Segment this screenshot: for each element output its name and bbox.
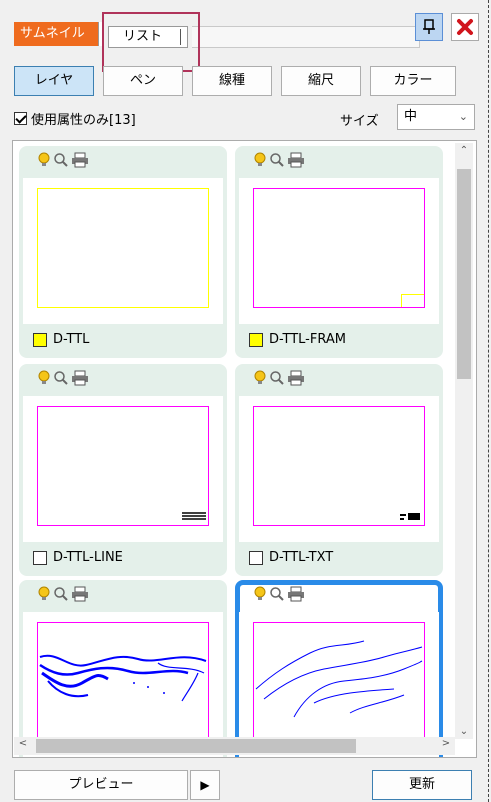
lightbulb-icon[interactable] (253, 370, 267, 386)
lightbulb-icon[interactable] (253, 152, 267, 168)
lightbulb-icon[interactable] (37, 370, 51, 386)
used-attributes-label: 使用属性のみ[13] (31, 112, 136, 128)
map-contours (39, 654, 207, 702)
layer-preview (239, 178, 439, 324)
layer-label-row: D-TTL-TXT (249, 550, 333, 565)
drawing-frame (253, 406, 425, 526)
magnifier-icon[interactable] (269, 586, 285, 602)
close-button[interactable] (451, 13, 479, 41)
used-attributes-checkbox[interactable] (14, 111, 27, 125)
layer-preview (23, 178, 223, 324)
lightbulb-icon[interactable] (37, 152, 51, 168)
horizontal-scrollbar[interactable]: < > (14, 737, 455, 755)
filter-layer-button[interactable]: レイヤ (14, 66, 94, 96)
drawing-frame (253, 622, 425, 742)
horizontal-scroll-thumb[interactable] (36, 739, 356, 753)
scroll-up-icon[interactable]: ⌃ (455, 145, 473, 156)
card-icons (37, 370, 89, 386)
layer-card[interactable]: D-TTL-TXT (235, 364, 443, 576)
line-marks (182, 512, 206, 520)
printer-icon[interactable] (287, 586, 305, 602)
lightbulb-icon[interactable] (253, 586, 267, 602)
drawing-frame (37, 188, 209, 308)
layer-preview (23, 396, 223, 542)
text-marks (400, 513, 420, 520)
magnifier-icon[interactable] (53, 152, 69, 168)
filter-scale-button[interactable]: 縮尺 (281, 66, 361, 96)
layer-name: D-TTL-FRAM (269, 332, 346, 347)
layer-color-swatch (249, 332, 263, 347)
scroll-down-icon[interactable]: ⌄ (455, 726, 473, 737)
printer-icon[interactable] (287, 152, 305, 168)
card-icons (37, 152, 89, 168)
layer-thumbnail-grid[interactable]: D-TTL D-TTL-FRAM D-TTL-LINE D-TTL-TXT (12, 140, 477, 758)
layer-card[interactable]: D-TTL-LINE (19, 364, 227, 576)
card-icons (253, 152, 305, 168)
layer-name: D-TTL-LINE (53, 550, 123, 565)
printer-icon[interactable] (287, 370, 305, 386)
card-icons (253, 370, 305, 386)
vertical-scroll-thumb[interactable] (457, 169, 471, 379)
tab-bar: サムネイル リスト (12, 10, 420, 72)
layer-color-swatch (33, 332, 47, 347)
layer-color-swatch (249, 550, 263, 565)
size-select[interactable]: 中 ⌄ (397, 104, 475, 130)
used-attributes-only-option[interactable]: 使用属性のみ[13] (14, 108, 136, 128)
pin-icon (423, 19, 435, 34)
layer-name: D-TTL-TXT (269, 550, 334, 565)
printer-icon[interactable] (71, 586, 89, 602)
size-label: サイズ (340, 114, 379, 129)
close-icon (457, 19, 473, 35)
magnifier-icon[interactable] (269, 152, 285, 168)
magnifier-icon[interactable] (269, 370, 285, 386)
filter-pen-button[interactable]: ペン (103, 66, 183, 96)
size-value: 中 (404, 109, 418, 124)
chevron-down-icon: ⌄ (458, 110, 468, 123)
layer-card[interactable]: D-TTL-FRAM (235, 146, 443, 358)
scroll-left-icon[interactable]: < (14, 738, 32, 749)
card-icons (37, 586, 89, 602)
card-icons (253, 586, 305, 602)
title-block (401, 294, 424, 307)
tab-thumbnail[interactable]: サムネイル (14, 22, 102, 46)
drawing-frame (253, 188, 425, 308)
layer-label-row: D-TTL (33, 332, 89, 347)
lightbulb-icon[interactable] (37, 586, 51, 602)
play-button[interactable]: ▶ (190, 770, 220, 800)
drawing-frame (37, 406, 209, 526)
printer-icon[interactable] (71, 152, 89, 168)
layer-color-swatch (33, 550, 47, 565)
layer-card[interactable] (19, 580, 227, 757)
refresh-button[interactable]: 更新 (372, 770, 472, 800)
layer-label-row: D-TTL-LINE (33, 550, 123, 565)
tab-highlight-box (102, 12, 200, 72)
magnifier-icon[interactable] (53, 370, 69, 386)
layer-preview (239, 396, 439, 542)
preview-button[interactable]: プレビュー (14, 770, 188, 800)
pin-button[interactable] (415, 13, 443, 41)
vertical-scrollbar[interactable]: ⌃ ⌄ (455, 143, 473, 739)
printer-icon[interactable] (71, 370, 89, 386)
map-contours (255, 640, 423, 718)
layer-card-selected[interactable] (235, 580, 443, 757)
layer-label-row: D-TTL-FRAM (249, 332, 346, 347)
filter-linetype-button[interactable]: 線種 (192, 66, 272, 96)
layer-name: D-TTL (53, 332, 90, 347)
filter-color-button[interactable]: カラー (370, 66, 456, 96)
layer-card[interactable]: D-TTL (19, 146, 227, 358)
magnifier-icon[interactable] (53, 586, 69, 602)
tab-strip-empty (192, 26, 420, 48)
scroll-right-icon[interactable]: > (437, 738, 455, 749)
drawing-frame (37, 622, 209, 742)
panel-edge (488, 0, 489, 802)
